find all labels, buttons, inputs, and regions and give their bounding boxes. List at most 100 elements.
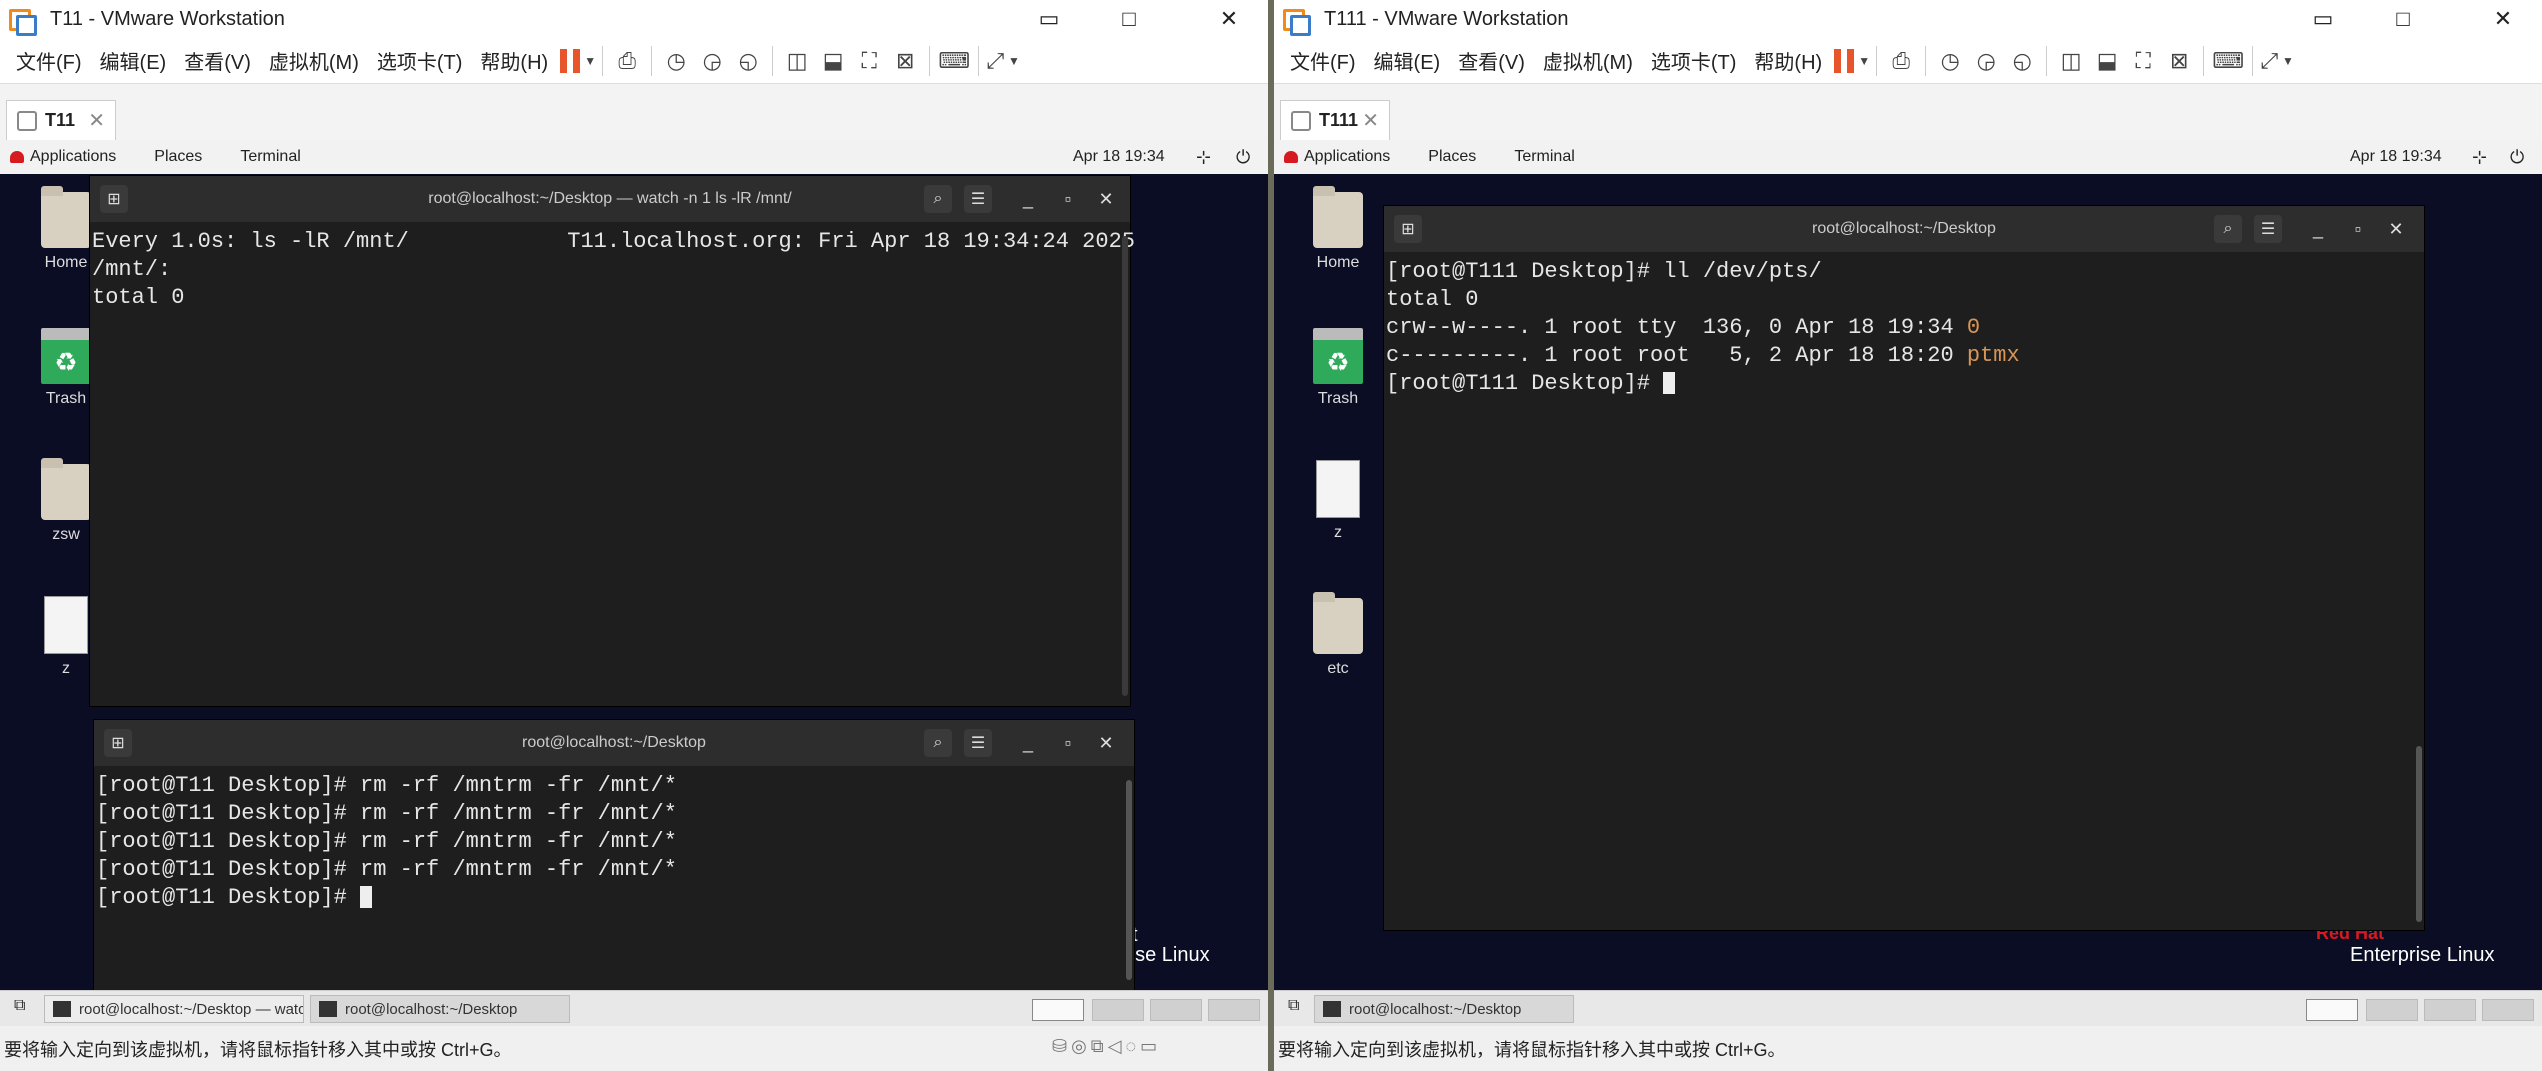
applications-menu[interactable]: Applications	[30, 148, 116, 166]
tab-t111[interactable]: T111 ✕	[1280, 100, 1390, 140]
power-icon[interactable]: ⏻	[1236, 147, 1250, 168]
prompt-line[interactable]: [root@T111 Desktop]#	[1386, 370, 2410, 398]
restore-down-icon[interactable]: ▭	[1020, 0, 1078, 38]
thumbnail-bar-icon[interactable]: ⬓	[815, 43, 851, 79]
stretch-guest-icon[interactable]: ⤢ ▼	[2259, 43, 2295, 79]
close-icon[interactable]: ✕	[1090, 185, 1122, 213]
terminal-shell[interactable]: ⊞ root@localhost:~/Desktop ⌕ ☰ _ ▫ ✕ [ro…	[1384, 206, 2424, 930]
workspace-4[interactable]	[1208, 999, 1260, 1021]
applications-menu[interactable]: Applications	[1304, 148, 1390, 166]
menu-vm[interactable]: 虚拟机(M)	[269, 46, 359, 75]
pause-button[interactable]: ▼	[1834, 43, 1870, 79]
places-menu[interactable]: Places	[1428, 148, 1476, 166]
search-icon[interactable]: ⌕	[924, 185, 952, 213]
stretch-guest-icon[interactable]: ⤢ ▼	[985, 43, 1021, 79]
tab-t11[interactable]: T11 ✕	[6, 100, 116, 140]
device-status-icons[interactable]: ⛁◎⧉◁◌▭	[1052, 1036, 1161, 1057]
menu-file[interactable]: 文件(F)	[16, 46, 82, 75]
close-icon[interactable]: ✕	[1200, 0, 1258, 38]
terminal-watch[interactable]: ⊞ root@localhost:~/Desktop — watch -n 1 …	[90, 176, 1135, 706]
maximize-icon[interactable]: ▫	[1052, 185, 1084, 213]
workspace-1[interactable]	[2306, 999, 2358, 1021]
hamburger-menu-icon[interactable]: ☰	[2254, 215, 2282, 243]
menu-view[interactable]: 查看(V)	[184, 46, 251, 75]
menu-file[interactable]: 文件(F)	[1290, 46, 1356, 75]
send-ctrl-alt-del-icon[interactable]: ⎙	[1883, 43, 1919, 79]
unity-icon[interactable]: ⊠	[2161, 43, 2197, 79]
workspace-2[interactable]	[1092, 999, 1144, 1021]
terminal-app-menu[interactable]: Terminal	[1514, 148, 1574, 166]
thumbnail-bar-icon[interactable]: ⬓	[2089, 43, 2125, 79]
maximize-icon[interactable]: □	[1100, 0, 1158, 38]
new-tab-icon[interactable]: ⊞	[1394, 215, 1422, 243]
close-icon[interactable]: ✕	[2380, 215, 2412, 243]
minimize-icon[interactable]: _	[1012, 729, 1044, 757]
full-screen-icon[interactable]: ⛶	[851, 43, 887, 79]
menu-edit[interactable]: 编辑(E)	[1374, 46, 1441, 75]
tab-close-icon[interactable]: ✕	[88, 108, 105, 133]
maximize-icon[interactable]: ▫	[2342, 215, 2374, 243]
network-icon[interactable]: ⊹	[1196, 147, 1211, 168]
hamburger-menu-icon[interactable]: ☰	[964, 729, 992, 757]
sidebar-toggle-icon[interactable]: ◫	[779, 43, 815, 79]
hamburger-menu-icon[interactable]: ☰	[964, 185, 992, 213]
sidebar-toggle-icon[interactable]: ◫	[2053, 43, 2089, 79]
scrollbar[interactable]	[1122, 236, 1128, 696]
terminal-app-menu[interactable]: Terminal	[240, 148, 300, 166]
close-icon[interactable]: ✕	[2474, 0, 2532, 38]
snapshot-manager-icon[interactable]: ◵	[730, 43, 766, 79]
tab-close-icon[interactable]: ✕	[1362, 108, 1379, 133]
taskbar-item-watch[interactable]: root@localhost:~/Desktop — watc...	[44, 995, 304, 1023]
desktop-icon-trash[interactable]: ♻ Trash	[1298, 328, 1378, 408]
restore-down-icon[interactable]: ▭	[2294, 0, 2352, 38]
prompt-line[interactable]: [root@T11 Desktop]#	[96, 884, 1120, 912]
pause-button[interactable]: ▼	[560, 43, 596, 79]
clock[interactable]: Apr 18 19:34	[2350, 148, 2442, 166]
menu-tabs[interactable]: 选项卡(T)	[1651, 46, 1737, 75]
menu-help[interactable]: 帮助(H)	[1754, 46, 1822, 75]
new-tab-icon[interactable]: ⊞	[104, 729, 132, 757]
taskbar-item-shell[interactable]: root@localhost:~/Desktop	[310, 995, 570, 1023]
menu-help[interactable]: 帮助(H)	[480, 46, 548, 75]
places-menu[interactable]: Places	[154, 148, 202, 166]
console-view-icon[interactable]: ⌨	[2210, 43, 2246, 79]
terminal-shell[interactable]: ⊞ root@localhost:~/Desktop ⌕ ☰ _ ▫ ✕ [ro…	[94, 720, 1134, 990]
snapshot-icon[interactable]: ◷	[658, 43, 694, 79]
guest-screen[interactable]: Applications Places Terminal Apr 18 19:3…	[1274, 140, 2542, 990]
send-ctrl-alt-del-icon[interactable]: ⎙	[609, 43, 645, 79]
power-icon[interactable]: ⏻	[2510, 147, 2524, 168]
close-icon[interactable]: ✕	[1090, 729, 1122, 757]
snapshot-icon[interactable]: ◷	[1932, 43, 1968, 79]
workspace-1[interactable]	[1032, 999, 1084, 1021]
menu-edit[interactable]: 编辑(E)	[100, 46, 167, 75]
snapshot-manager-icon[interactable]: ◵	[2004, 43, 2040, 79]
scrollbar[interactable]	[2416, 746, 2422, 922]
revert-snapshot-icon[interactable]: ◶	[1968, 43, 2004, 79]
scrollbar[interactable]	[1126, 780, 1132, 980]
menu-vm[interactable]: 虚拟机(M)	[1543, 46, 1633, 75]
maximize-icon[interactable]: □	[2374, 0, 2432, 38]
full-screen-icon[interactable]: ⛶	[2125, 43, 2161, 79]
clock[interactable]: Apr 18 19:34	[1073, 148, 1165, 166]
show-desktop-icon[interactable]: ⧉	[1288, 997, 1299, 1015]
desktop-icon-home[interactable]: Home	[1298, 186, 1378, 272]
minimize-icon[interactable]: _	[1012, 185, 1044, 213]
workspace-3[interactable]	[1150, 999, 1202, 1021]
new-tab-icon[interactable]: ⊞	[100, 185, 128, 213]
minimize-icon[interactable]: _	[2302, 215, 2334, 243]
desktop-icon-z[interactable]: z	[1298, 460, 1378, 542]
maximize-icon[interactable]: ▫	[1052, 729, 1084, 757]
menu-view[interactable]: 查看(V)	[1458, 46, 1525, 75]
revert-snapshot-icon[interactable]: ◶	[694, 43, 730, 79]
workspace-4[interactable]	[2482, 999, 2534, 1021]
search-icon[interactable]: ⌕	[924, 729, 952, 757]
unity-icon[interactable]: ⊠	[887, 43, 923, 79]
desktop-icon-etc[interactable]: etc	[1298, 592, 1378, 678]
workspace-2[interactable]	[2366, 999, 2418, 1021]
network-icon[interactable]: ⊹	[2472, 147, 2487, 168]
search-icon[interactable]: ⌕	[2214, 215, 2242, 243]
taskbar-item-shell[interactable]: root@localhost:~/Desktop	[1314, 995, 1574, 1023]
menu-tabs[interactable]: 选项卡(T)	[377, 46, 463, 75]
guest-screen[interactable]: Applications Places Terminal Apr 18 19:3…	[0, 140, 1268, 990]
show-desktop-icon[interactable]: ⧉	[14, 997, 25, 1015]
